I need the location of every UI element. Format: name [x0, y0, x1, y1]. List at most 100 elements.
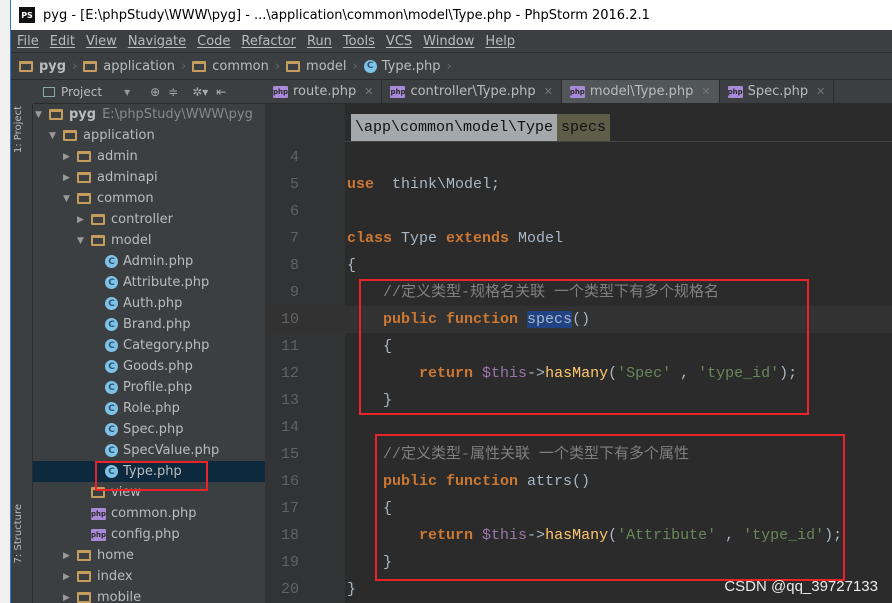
breadcrumb-label: application [103, 58, 176, 74]
menu-item-file[interactable]: File [17, 34, 39, 49]
tab-model-type.php[interactable]: php model\Type.php ✕ [561, 80, 720, 103]
highlight-box-attrs [375, 434, 845, 581]
tree-item[interactable]: ▼ pyg E:\phpStudy\WWW\pyg [33, 104, 265, 125]
close-icon[interactable]: ✕ [544, 85, 553, 98]
tree-item[interactable]: ▶ admin [33, 146, 265, 167]
tree-item[interactable]: ▼ model [33, 230, 265, 251]
tree-item[interactable]: C Profile.php [33, 377, 265, 398]
tree-item-label: mobile [97, 590, 142, 603]
folder-icon [19, 60, 33, 72]
tree-item[interactable]: php config.php [33, 524, 265, 545]
tree-item[interactable]: C SpecValue.php [33, 440, 265, 461]
menu-bar: File Edit View Navigate Code Refactor Run Tools… [11, 30, 892, 52]
tree-item[interactable]: C Category.php [33, 335, 265, 356]
class-icon: C [363, 59, 377, 73]
menu-item-window[interactable]: Window [423, 34, 474, 49]
watermark: CSDN @qq_39727133 [724, 578, 878, 595]
code-token: think\Model; [374, 176, 501, 193]
tree-item-label: common [97, 191, 154, 206]
tree-item[interactable]: php common.php [33, 503, 265, 524]
menu-item-code[interactable]: Code [197, 34, 230, 49]
folder-icon [91, 214, 105, 225]
menu-item-edit[interactable]: Edit [50, 34, 75, 49]
tree-item-label: Brand.php [123, 317, 191, 332]
tree-item[interactable]: ▶ controller [33, 209, 265, 230]
phpstorm-logo-icon: PS [19, 7, 35, 23]
class-icon: C [105, 276, 118, 289]
code-line: 4 [265, 144, 892, 171]
menu-item-view[interactable]: View [86, 34, 117, 49]
tree-item-label: Role.php [123, 401, 180, 416]
expand-arrow-icon: ▼ [77, 235, 84, 246]
folder-icon [77, 550, 91, 561]
menu-item-vcs[interactable]: VCS [386, 34, 412, 49]
tree-item[interactable]: ▶ adminapi [33, 167, 265, 188]
gear-icon[interactable]: ✲▾ [192, 85, 208, 99]
close-icon[interactable]: ✕ [816, 85, 825, 98]
line-number: 18 [280, 527, 299, 544]
menu-item-run[interactable]: Run [307, 34, 332, 49]
tree-item[interactable]: ▼ application [33, 125, 265, 146]
breadcrumb-item[interactable]: C Type.php › [363, 58, 452, 74]
breadcrumb-label: Type.php [381, 58, 441, 74]
folder-icon [63, 130, 77, 141]
editor-breadcrumb: \app\common\model\Type specs [265, 104, 892, 142]
expand-arrow-icon: ▶ [63, 550, 70, 561]
tab-controller-type.php[interactable]: php controller\Type.php ✕ [382, 80, 562, 103]
tree-item[interactable]: C Spec.php [33, 419, 265, 440]
tab-spec.php[interactable]: php Spec.php ✕ [720, 80, 835, 103]
code-token: { [347, 257, 357, 274]
class-icon: C [105, 318, 118, 331]
menu-item-navigate[interactable]: Navigate [128, 34, 186, 49]
tree-item[interactable]: ▶ home [33, 545, 265, 566]
tree-item[interactable]: C Brand.php [33, 314, 265, 335]
expand-arrow-icon: ▼ [35, 109, 42, 120]
line-number: 13 [280, 392, 299, 409]
menu-item-tools[interactable]: Tools [343, 34, 375, 49]
code-editor[interactable]: \app\common\model\Type specs 4 5 use think… [265, 104, 892, 603]
tree-item[interactable]: C Auth.php [33, 293, 265, 314]
class-icon: C [105, 360, 118, 373]
class-icon: C [105, 339, 118, 352]
collapse-all-icon[interactable]: ≑ [168, 85, 178, 99]
method-crumb[interactable]: specs [557, 114, 611, 141]
line-number: 14 [280, 419, 299, 436]
menu-item-help[interactable]: Help [485, 34, 515, 49]
breadcrumb-label: pyg [39, 58, 67, 74]
tab-route.php[interactable]: php route.php ✕ [265, 80, 383, 103]
breadcrumb-item[interactable]: model › [286, 59, 358, 74]
php-file-icon: php [273, 85, 289, 98]
ide-window: PS pyg - [E:\phpStudy\WWW\pyg] - ...\app… [10, 0, 892, 603]
tree-item[interactable]: ▶ mobile [33, 587, 265, 603]
tree-item[interactable]: ▼ common [33, 188, 265, 209]
scroll-from-source-icon[interactable]: ⊕ [150, 85, 160, 99]
breadcrumb-item[interactable]: pyg › [19, 59, 77, 74]
menu-item-refactor[interactable]: Refactor [241, 34, 296, 49]
structure-tool-tab[interactable]: 7: Structure [13, 504, 24, 563]
code-text: } [347, 576, 356, 603]
tree-item[interactable]: ▶ index [33, 566, 265, 587]
project-view-select[interactable]: Project [61, 85, 102, 99]
keyword: class [347, 230, 393, 247]
tree-item-label: Admin.php [123, 254, 194, 269]
code-text: class Type extends Model [347, 225, 563, 252]
tree-item[interactable]: C Admin.php [33, 251, 265, 272]
line-number: 4 [289, 149, 299, 166]
namespace-crumb[interactable]: \app\common\model\Type [351, 114, 558, 141]
tree-item[interactable]: C Attribute.php [33, 272, 265, 293]
folder-icon [192, 60, 207, 72]
breadcrumb-item[interactable]: common › [192, 59, 280, 74]
folder-icon [77, 151, 91, 162]
close-icon[interactable]: ✕ [701, 85, 710, 98]
close-icon[interactable]: ✕ [364, 85, 373, 98]
tree-item[interactable]: C Role.php [33, 398, 265, 419]
tree-item[interactable]: C Goods.php [33, 356, 265, 377]
chevron-right-icon: › [72, 58, 78, 74]
hide-panel-icon[interactable]: ⇤ [216, 85, 226, 99]
breadcrumb-item[interactable]: application › [83, 59, 186, 74]
title-bar: PS pyg - [E:\phpStudy\WWW\pyg] - ...\app… [11, 0, 892, 30]
dropdown-arrow-icon[interactable]: ▾ [124, 85, 130, 99]
line-number: 19 [280, 554, 299, 571]
project-tool-tab[interactable]: 1: Project [13, 106, 24, 153]
keyword: extends [446, 230, 510, 247]
